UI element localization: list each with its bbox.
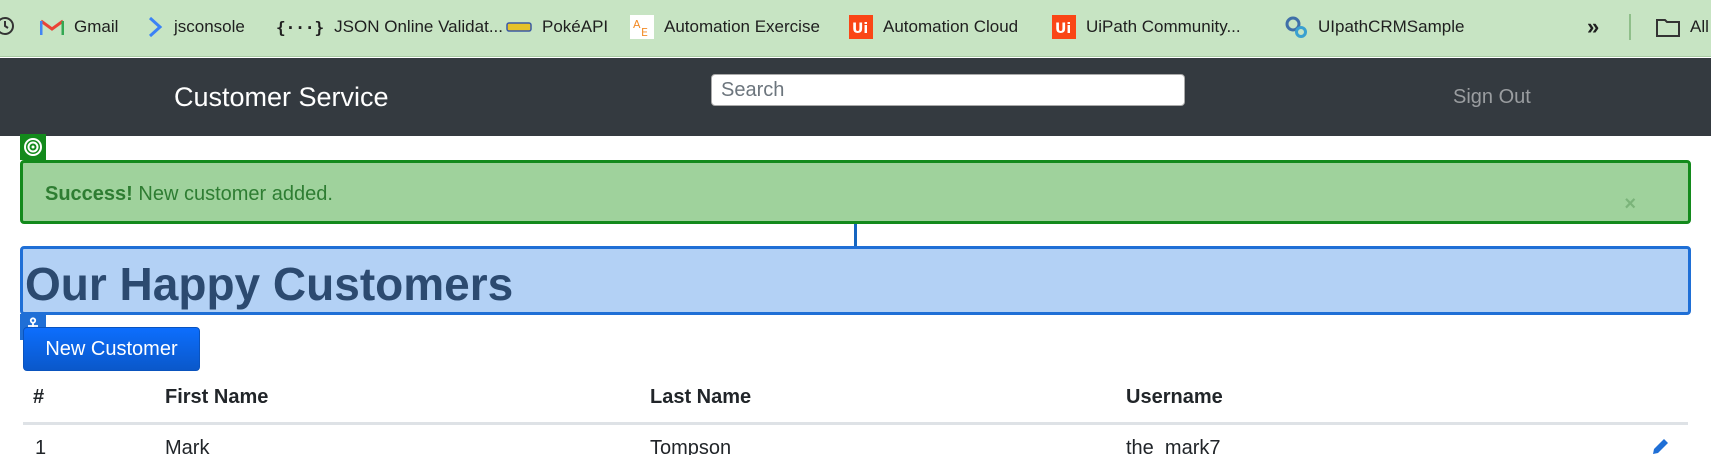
- bookmark-label: UiPath Community...: [1086, 17, 1241, 36]
- new-customer-button[interactable]: New Customer: [23, 327, 200, 371]
- bookmark-label: jsconsole: [174, 17, 245, 36]
- svg-text:E: E: [641, 26, 648, 39]
- heading-highlight: Our Happy Customers: [20, 246, 1691, 315]
- gears-icon: [1284, 15, 1308, 39]
- gmail-icon: [40, 18, 64, 36]
- bookmark-uipath-community[interactable]: Ui UiPath Community...: [1052, 14, 1241, 40]
- chevron-right-icon: [146, 16, 164, 38]
- bookmark-label: All: [1690, 17, 1709, 36]
- bookmarks-overflow-button[interactable]: »: [1587, 14, 1599, 40]
- success-alert: Success! New customer added. ×: [20, 160, 1691, 224]
- cell-last-name: Tompson: [650, 437, 732, 455]
- search-input[interactable]: [711, 74, 1185, 106]
- bookmark-json-validator[interactable]: {···} JSON Online Validat...: [276, 14, 503, 40]
- alert-body: New customer added.: [138, 183, 333, 205]
- brand-title[interactable]: Customer Service: [174, 82, 389, 113]
- all-bookmarks-button[interactable]: All: [1656, 14, 1709, 40]
- json-braces-icon: {···}: [276, 17, 325, 37]
- bookmarks-bar: Gmail jsconsole {···} JSON Online Valida…: [0, 0, 1711, 57]
- bookmark-label: Gmail: [74, 17, 119, 36]
- uipath-icon: Ui: [849, 15, 873, 39]
- history-icon[interactable]: [0, 15, 16, 37]
- svg-text:A: A: [633, 18, 641, 31]
- close-icon[interactable]: ×: [1624, 193, 1636, 216]
- pokeapi-icon: [506, 21, 532, 33]
- customers-table: # First Name Last Name Username 1 Mark T…: [23, 378, 1688, 455]
- cell-username: the_mark7: [1126, 437, 1221, 455]
- bookmark-label: Automation Exercise: [664, 17, 820, 36]
- page-title: Our Happy Customers: [25, 258, 514, 310]
- bookmark-automation-exercise[interactable]: AE Automation Exercise: [630, 14, 820, 40]
- bookmark-uipath-crm-sample[interactable]: UIpathCRMSample: [1284, 14, 1464, 40]
- bookmark-gmail[interactable]: Gmail: [40, 14, 118, 40]
- bookmark-label: PokéAPI: [542, 17, 609, 36]
- connector-line: [854, 224, 857, 246]
- bookmark-pokeapi[interactable]: PokéAPI: [506, 14, 608, 40]
- bookmark-automation-cloud[interactable]: Ui Automation Cloud: [849, 14, 1018, 40]
- edit-pencil-icon[interactable]: [1650, 437, 1670, 455]
- folder-icon: [1656, 17, 1680, 37]
- svg-text:Ui: Ui: [1055, 21, 1071, 37]
- top-navbar: Customer Service Sign Out: [0, 58, 1711, 136]
- bookmark-label: JSON Online Validat...: [334, 17, 503, 36]
- bookmark-jsconsole[interactable]: jsconsole: [146, 14, 245, 40]
- alert-message: Success! New customer added.: [45, 183, 333, 206]
- uipath-icon: Ui: [1052, 15, 1076, 39]
- bookmark-label: UIpathCRMSample: [1318, 17, 1465, 36]
- column-header-first-name: First Name: [165, 386, 269, 408]
- sign-out-link[interactable]: Sign Out: [1453, 86, 1531, 109]
- column-header-last-name: Last Name: [650, 386, 752, 408]
- bookmark-label: Automation Cloud: [883, 17, 1019, 36]
- column-header-number: #: [33, 386, 45, 408]
- target-icon: [20, 134, 46, 160]
- cell-first-name: Mark: [165, 437, 210, 455]
- cell-number: 1: [35, 437, 47, 455]
- svg-text:Ui: Ui: [852, 21, 868, 37]
- table-row: 1 Mark Tompson the_mark7: [23, 425, 1688, 455]
- automation-exercise-icon: AE: [630, 15, 654, 39]
- bookmarks-separator: [1629, 14, 1631, 40]
- alert-strong: Success!: [45, 183, 133, 205]
- column-header-username: Username: [1126, 386, 1223, 408]
- table-header: # First Name Last Name Username: [23, 378, 1688, 425]
